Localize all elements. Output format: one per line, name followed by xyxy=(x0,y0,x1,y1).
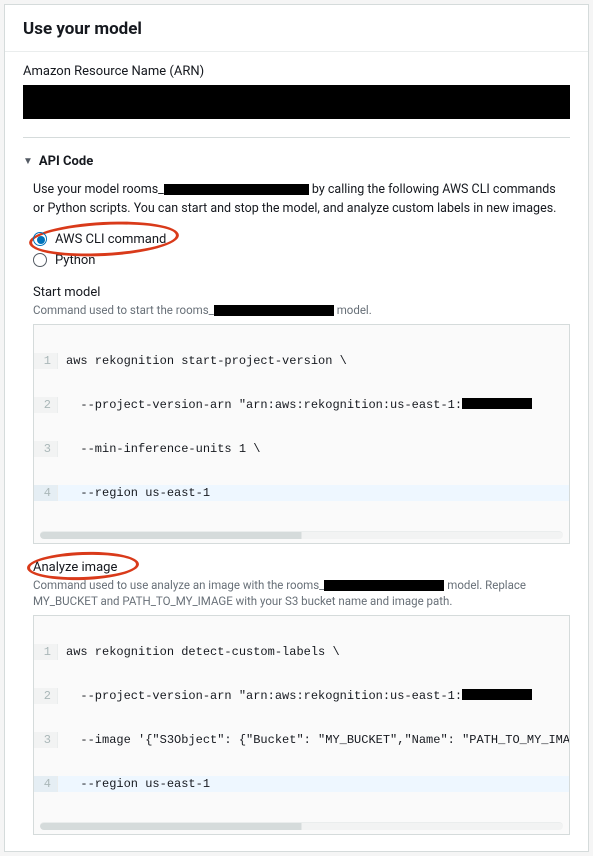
use-model-panel: Use your model Amazon Resource Name (ARN… xyxy=(4,4,589,852)
horizontal-scrollbar[interactable] xyxy=(40,822,563,830)
redacted-inline xyxy=(164,184,309,195)
start-model-block: Start model Command used to start the ro… xyxy=(33,285,570,544)
analyze-image-code[interactable]: 1aws rekognition detect-custom-labels \ … xyxy=(33,615,570,835)
code-type-radio-group: AWS CLI command Python xyxy=(5,229,588,281)
redacted-inline xyxy=(324,580,444,591)
radio-aws-cli[interactable]: AWS CLI command xyxy=(33,229,570,250)
radio-aws-cli-label: AWS CLI command xyxy=(55,232,166,247)
api-code-header[interactable]: ▼ API Code xyxy=(5,146,588,179)
arn-value-redacted[interactable] xyxy=(23,85,570,119)
redacted-inline xyxy=(214,305,334,316)
analyze-image-block: Analyze image Command used to use analyz… xyxy=(33,560,570,835)
radio-python-label: Python xyxy=(55,253,95,268)
radio-icon xyxy=(33,253,47,267)
api-intro-text: Use your model rooms_ by calling the fol… xyxy=(5,179,588,229)
arn-section: Amazon Resource Name (ARN) xyxy=(5,52,588,137)
horizontal-scrollbar[interactable] xyxy=(40,531,563,539)
divider xyxy=(23,137,570,138)
panel-title: Use your model xyxy=(5,5,588,52)
analyze-image-title: Analyze image xyxy=(33,560,570,575)
start-model-code[interactable]: 1aws rekognition start-project-version \… xyxy=(33,324,570,544)
radio-python[interactable]: Python xyxy=(33,250,570,271)
arn-label: Amazon Resource Name (ARN) xyxy=(23,64,570,79)
redacted-inline xyxy=(462,398,532,409)
start-model-title: Start model xyxy=(33,285,570,300)
analyze-image-subtitle: Command used to use analyze an image wit… xyxy=(33,577,570,609)
caret-down-icon: ▼ xyxy=(23,156,33,167)
radio-icon xyxy=(33,232,47,246)
start-model-subtitle: Command used to start the rooms_ model. xyxy=(33,302,570,318)
api-code-title: API Code xyxy=(39,154,93,169)
redacted-inline xyxy=(462,689,532,700)
